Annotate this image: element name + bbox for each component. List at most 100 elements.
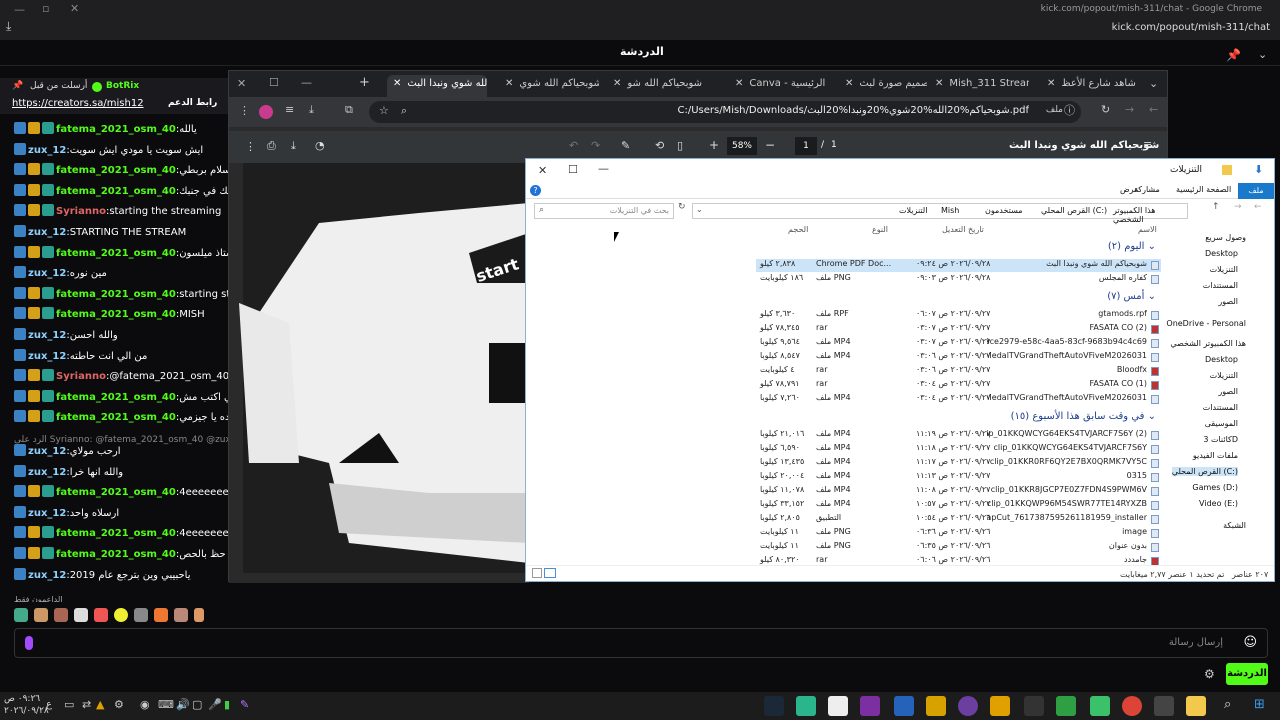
chat-username[interactable]: zux_12 [28, 508, 66, 519]
tray-icon[interactable]: ⚙ [114, 699, 124, 710]
nav-item[interactable]: Desktop [1205, 355, 1238, 364]
close-tab-icon[interactable]: ✕ [393, 79, 401, 89]
nav-item[interactable]: Desktop [1205, 249, 1238, 258]
minimize-icon[interactable]: — [301, 77, 312, 88]
new-tab-icon[interactable]: + [359, 76, 370, 89]
emoji-icon[interactable]: ☺ [1243, 636, 1257, 649]
file-row[interactable]: ١٣,٤٣٥ كيلوبا ملف MP4 ٢٠٢٦/٠٩/٢٧ ص ١١:١٧ cl… [756, 457, 1161, 470]
breadcrumb-item[interactable]: القرص المحلي (C:) [1041, 206, 1107, 215]
nav-item[interactable]: القرص المحلي (C:) [1171, 467, 1238, 476]
nav-item[interactable]: التنزيلات [1210, 371, 1238, 380]
pin-icon[interactable]: 📌 [1226, 49, 1241, 61]
undo-icon[interactable]: ↶ [569, 140, 578, 151]
file-row[interactable]: ٧٨,٧٩١ كيلو rar ٢٠٢٦/٠٩/٢٧ ص ٠٣:٠٤ FASATA C… [756, 379, 1161, 392]
nav-item[interactable]: وصول سريع [1205, 233, 1246, 242]
chat-messages[interactable]: fatema_2021_osm_40:يالله zux_12:ايش سويت … [0, 122, 228, 602]
tray-icon[interactable]: ⌨ [158, 699, 174, 710]
settings-app-icon[interactable] [1024, 696, 1044, 716]
sidebar-menu-icon[interactable]: ≡ [1143, 139, 1152, 150]
close-tab-icon[interactable]: ✕ [505, 79, 513, 89]
breadcrumb-item[interactable]: مستخدمون [985, 206, 1023, 215]
tray-icon[interactable]: ▢ [192, 699, 202, 710]
chat-input[interactable]: إرسال رسالة ☺ [14, 628, 1268, 658]
ribbon-tab-file[interactable]: ملف [1238, 183, 1274, 199]
chat-username[interactable]: Syrianno [56, 206, 106, 217]
refresh-icon[interactable]: ↻ [678, 203, 686, 212]
file-row[interactable]: ٩,٥٦٤ كيلوبا ملف MP4 ٢٠٢٦/٠٩/٢٧ ص ٠٣:٠٧ 59c… [756, 337, 1161, 350]
nav-item[interactable]: هذا الكمبيوتر الشخصي [1170, 339, 1246, 348]
rotate-icon[interactable]: ⟲ [655, 140, 664, 151]
emote-icon[interactable] [134, 608, 148, 622]
tray-icon[interactable]: ✎ [240, 699, 249, 710]
file-row[interactable]: ٤ كيلوبايت rar ٢٠٢٦/٠٩/٢٧ ص ٠٣:٠٦ Bloodfx [756, 365, 1161, 378]
app-icon[interactable] [990, 696, 1010, 716]
nav-item[interactable]: ملفات الفيديو [1193, 451, 1238, 460]
tab-search-icon[interactable]: ⌄ [1149, 78, 1158, 89]
file-row[interactable]: ٧,٢٦٠ كيلوبا ملف MP4 ٢٠٢٦/٠٩/٢٧ ص ٠٣:٠٤ Med… [756, 393, 1161, 406]
print-icon[interactable]: ⎙ [267, 140, 276, 151]
search-icon[interactable]: ⌕ [1224, 698, 1231, 711]
tab-item[interactable]: ✕ شوبحياكم الله شوي ونبدا البث [387, 75, 487, 97]
file-row[interactable]: ٣,٦٣٠ كيلو ملف RPF ٢٠٢٦/٠٩/٢٧ ص ٠٦:٠٧ gtamo… [756, 309, 1161, 322]
emote-icon[interactable] [174, 608, 188, 622]
chat-username[interactable]: fatema_2021_osm_40 [56, 309, 176, 320]
close-tab-icon[interactable]: ✕ [845, 79, 853, 89]
close-icon[interactable]: ✕ [538, 165, 547, 176]
zoom-in-icon[interactable]: + [709, 139, 719, 151]
help-icon[interactable]: ? [530, 185, 541, 196]
save-icon[interactable]: ◔ [315, 140, 325, 151]
ribbon-tab-home[interactable]: الصفحة الرئيسية [1176, 185, 1231, 194]
quick-access-icon[interactable]: ⬇ [1254, 164, 1263, 175]
download-icon[interactable]: ⤓ [291, 140, 296, 151]
file-row[interactable]: ١١ كيلوبايت ملف PNG ٢٠٢٦/٠٩/٢٦ ص ٠٦:٣٥ بدون… [756, 541, 1161, 554]
download-icon[interactable]: ⤓ [6, 20, 11, 32]
breadcrumb-item[interactable]: هذا الكمبيوتر الشخصي [1113, 206, 1187, 224]
nav-item[interactable]: Games (D:) [1192, 483, 1238, 492]
more-icon[interactable]: ⋮ [245, 141, 256, 152]
app-icon[interactable] [1056, 696, 1076, 716]
emote-icon[interactable] [14, 608, 28, 622]
minimize-icon[interactable]: — [14, 4, 25, 15]
chat-username[interactable]: zux_12 [28, 446, 66, 457]
tab-item[interactable]: ✕ تصميم صورة لبث [839, 75, 927, 97]
redo-icon[interactable]: ↷ [591, 140, 600, 151]
pdf-viewer[interactable]: start [229, 163, 529, 583]
steam-app-icon[interactable] [764, 696, 784, 716]
tab-item[interactable]: ✕ شوبحياكم الله شوي [499, 75, 599, 97]
pinned-link[interactable]: https://creators.sa/mish12 [12, 98, 144, 109]
zoom-level[interactable]: 58% [727, 137, 757, 155]
file-row[interactable]: ٧٨,٣٤٥ كيلو rar ٢٠٢٦/٠٩/٢٧ ص ٠٣:٠٧ FASATA C… [756, 323, 1161, 336]
back-icon[interactable]: ← [1254, 203, 1262, 212]
chat-username[interactable]: fatema_2021_osm_40 [56, 487, 176, 498]
file-row[interactable]: ١١,٠٧٨ كيلوبا ملف MP4 ٢٠٢٦/٠٩/٢٧ ص ١١:٠٨ cl… [756, 485, 1161, 498]
file-row[interactable]: ٨,٥٤٧ كيلوبا ملف MP4 ٢٠٢٦/٠٩/٢٧ ص ٠٣:٠٦ Med… [756, 351, 1161, 364]
chat-username[interactable]: zux_12 [28, 351, 66, 362]
details-view-icon[interactable] [532, 568, 542, 578]
microphone-icon[interactable]: 🎤 [208, 699, 222, 710]
chat-username[interactable]: zux_12 [28, 467, 66, 478]
app-icon[interactable] [860, 696, 880, 716]
tab-item[interactable]: ✕ شاهد شارع الأعظ [1041, 75, 1141, 97]
chat-username[interactable]: fatema_2021_osm_40 [56, 124, 176, 135]
back-icon[interactable]: ← [1149, 104, 1158, 115]
page-current[interactable]: 1 [795, 137, 817, 155]
nav-item[interactable]: المستندات [1203, 281, 1238, 290]
chevron-down-icon[interactable]: ⌄ [1258, 49, 1267, 60]
nav-item[interactable]: الصور [1218, 387, 1238, 396]
close-tab-icon[interactable]: ✕ [735, 79, 743, 89]
tray-icon[interactable]: ⇄ [82, 699, 91, 710]
emote-icon[interactable] [34, 608, 48, 622]
emote-icon[interactable] [194, 608, 204, 622]
taskbar-lang[interactable]: ع [46, 699, 52, 710]
info-icon[interactable]: ⓘ [1064, 105, 1075, 116]
emote-icon[interactable] [154, 608, 168, 622]
send-chat-button[interactable]: الدردشة [1226, 663, 1268, 685]
chat-username[interactable]: fatema_2021_osm_40 [56, 289, 176, 300]
minimize-icon[interactable]: — [598, 163, 609, 174]
nav-item[interactable]: التنزيلات [1210, 265, 1238, 274]
emote-icon[interactable] [94, 608, 108, 622]
chat-username[interactable]: fatema_2021_osm_40 [56, 412, 176, 423]
group-header[interactable]: في وقت سابق هذا الأسبوع (١٥) ⌄ [1011, 411, 1156, 422]
chat-username[interactable]: zux_12 [28, 145, 66, 156]
tray-icon[interactable]: ▭ [64, 699, 74, 710]
